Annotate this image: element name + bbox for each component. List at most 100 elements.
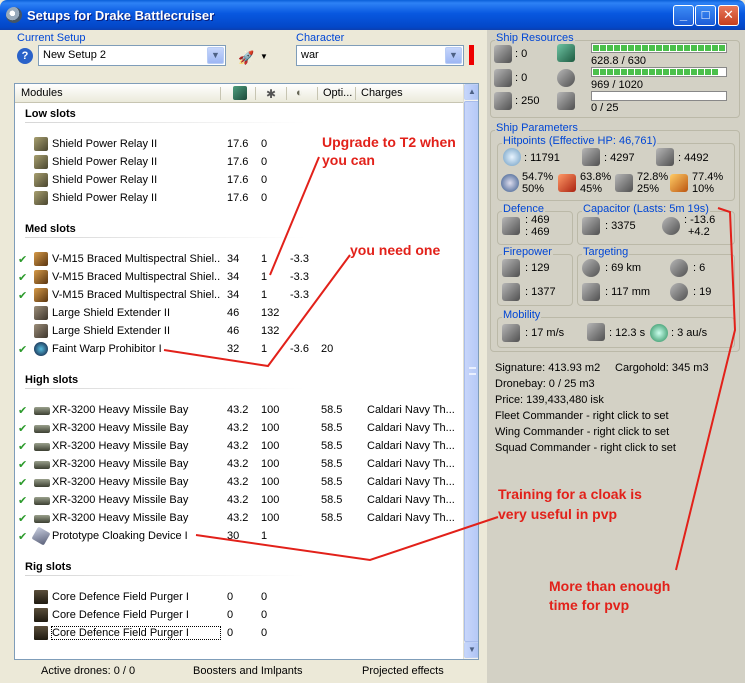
module-row[interactable]: Large Shield Extender II 46 132	[15, 305, 463, 323]
missile-launcher-icon	[34, 443, 50, 451]
rig-icon	[34, 590, 48, 604]
shield-hardener-icon	[34, 252, 48, 266]
dropdown-arrow-icon[interactable]: ▼	[260, 52, 268, 61]
chevron-down-icon[interactable]: ▼	[207, 47, 224, 64]
module-row[interactable]: ✔ Prototype Cloaking Device I 30 1	[15, 526, 463, 546]
cargohold-value: Cargohold: 345 m3	[615, 362, 709, 374]
squad-commander[interactable]: Squad Commander - right click to set	[495, 442, 676, 454]
active-drones-tab[interactable]: Active drones: 0 / 0	[41, 665, 135, 677]
projected-effects-tab[interactable]: Projected effects	[362, 665, 444, 677]
em-resist-icon	[501, 174, 519, 192]
active-check-icon[interactable]: ✔	[18, 440, 27, 453]
module-row[interactable]: ✔ V-M15 Braced Multispectral Shiel... 34 1-…	[15, 269, 463, 287]
kinetic-resist-icon	[615, 174, 633, 192]
module-row[interactable]: Shield Power Relay II 17.6 0	[15, 172, 463, 190]
character-status-indicator	[469, 45, 474, 65]
scroll-up-button[interactable]: ▲	[464, 84, 478, 100]
module-row[interactable]: ✔ XR-3200 Heavy Missile Bay 43.2 100 58.5 Cal…	[15, 438, 463, 456]
active-check-icon[interactable]: ✔	[18, 512, 27, 525]
col-optimal[interactable]: Opti...	[323, 87, 352, 99]
turret-slots-value: : 0	[515, 48, 528, 60]
maximize-button[interactable]: □	[695, 5, 716, 26]
status-bar: Active drones: 0 / 0 Boosters and Imlpan…	[14, 660, 480, 680]
warp-speed-icon	[650, 324, 668, 342]
active-check-icon[interactable]: ✔	[18, 343, 27, 356]
speed-value: : 17 m/s	[525, 327, 565, 339]
module-row[interactable]: Large Shield Extender II 46 132	[15, 323, 463, 341]
boosters-implants-tab[interactable]: Boosters and Imlpants	[193, 665, 302, 677]
fleet-commander[interactable]: Fleet Commander - right click to set	[495, 410, 669, 422]
capacitor-column-icon[interactable]: ◐	[296, 87, 303, 99]
cpu-column-icon[interactable]	[233, 86, 247, 100]
defence-value-2: : 469	[525, 226, 550, 238]
shield-hp-value: : 11791	[524, 152, 560, 164]
module-row[interactable]: ✔ V-M15 Braced Multispectral Shiel... 34 1-…	[15, 287, 463, 305]
current-setup-label: Current Setup	[17, 32, 86, 44]
module-row[interactable]: ✔ XR-3200 Heavy Missile Bay 43.2 100 58.5 Cal…	[15, 456, 463, 474]
cpu-icon	[557, 44, 575, 62]
help-icon[interactable]: ?	[17, 48, 33, 64]
current-setup-value: New Setup 2	[43, 49, 106, 61]
module-row[interactable]: ✔ XR-3200 Heavy Missile Bay 43.2 100 58.5 Cal…	[15, 510, 463, 528]
armor-hp-icon	[582, 148, 600, 166]
module-row[interactable]: ✔ XR-3200 Heavy Missile Bay 43.2 100 58.5 Cal…	[15, 474, 463, 492]
col-modules[interactable]: Modules	[21, 87, 63, 99]
active-check-icon[interactable]: ✔	[18, 530, 27, 543]
scroll-down-button[interactable]: ▼	[464, 642, 478, 658]
active-check-icon[interactable]: ✔	[18, 458, 27, 471]
active-check-icon[interactable]: ✔	[18, 476, 27, 489]
targeting-range-value: : 69 km	[605, 262, 642, 274]
shield-hp-icon	[503, 148, 521, 166]
drone-bay-value: 0 / 25	[591, 102, 619, 114]
module-row[interactable]: Core Defence Field Purger I00	[15, 589, 463, 607]
chevron-down-icon[interactable]: ▼	[445, 47, 462, 64]
app-icon	[6, 7, 22, 23]
max-targets-value: : 6	[693, 262, 706, 274]
scroll-thumb[interactable]	[464, 101, 478, 642]
launcher-hardpoint-icon	[494, 69, 512, 87]
modules-scrollbar[interactable]: ▲ ▼	[463, 84, 478, 659]
armor-hp-value: : 4297	[604, 152, 635, 164]
explosive-resist-top: 77.4%	[692, 171, 724, 183]
modules-list[interactable]: Modules ✱ ◐ Opti... Charges Low slots Sh…	[14, 83, 479, 660]
drone-bandwidth-icon	[494, 92, 512, 110]
shield-hardener-icon	[34, 288, 48, 302]
sensor-strength-value: : 19	[693, 286, 712, 298]
character-select[interactable]: war ▼	[296, 45, 464, 66]
structure-hp-value: : 4492	[678, 152, 709, 164]
powergrid-column-icon[interactable]: ✱	[266, 87, 276, 101]
explosive-resist-icon	[670, 174, 688, 192]
minimize-button[interactable]: _	[673, 5, 694, 26]
col-charges[interactable]: Charges	[361, 87, 403, 99]
active-check-icon[interactable]: ✔	[18, 253, 27, 266]
module-row[interactable]: ✔ XR-3200 Heavy Missile Bay 43.2 100 58.5 Cal…	[15, 492, 463, 510]
module-row[interactable]: Shield Power Relay II 17.6 0	[15, 190, 463, 208]
shield-power-relay-icon	[34, 137, 48, 151]
title-bar[interactable]: Setups for Drake Battlecruiser _ □ ✕	[0, 0, 745, 30]
module-row[interactable]: Core Defence Field Purger I00	[15, 625, 463, 643]
drone-bandwidth-value: : 250	[515, 95, 540, 107]
explosive-resist-bottom: 10%	[692, 183, 715, 195]
ship-parameters-label: Ship Parameters	[495, 122, 579, 134]
module-row[interactable]: ✔ XR-3200 Heavy Missile Bay 43.2 100 58.5 Cal…	[15, 402, 463, 420]
wing-commander[interactable]: Wing Commander - right click to set	[495, 426, 669, 438]
mobility-label: Mobility	[502, 309, 542, 321]
active-check-icon[interactable]: ✔	[18, 494, 27, 507]
active-check-icon[interactable]: ✔	[18, 422, 27, 435]
ship-tool-icon[interactable]: 🚀	[238, 50, 254, 66]
active-check-icon[interactable]: ✔	[18, 404, 27, 417]
active-check-icon[interactable]: ✔	[18, 271, 27, 284]
module-row[interactable]: ✔ Faint Warp Prohibitor I 32 1 -3.6 20	[15, 341, 463, 359]
current-setup-select[interactable]: New Setup 2 ▼	[38, 45, 226, 66]
firepower-icon	[502, 259, 520, 277]
signature-value: Signature: 413.93 m2	[495, 362, 601, 374]
active-check-icon[interactable]: ✔	[18, 289, 27, 302]
missile-launcher-icon	[34, 425, 50, 433]
module-row[interactable]: ✔ XR-3200 Heavy Missile Bay 43.2 100 58.5 Cal…	[15, 420, 463, 438]
module-row[interactable]: Shield Power Relay II 17.6 0	[15, 154, 463, 172]
kinetic-resist-bottom: 25%	[637, 183, 660, 195]
module-row[interactable]: Core Defence Field Purger I00	[15, 607, 463, 625]
close-button[interactable]: ✕	[718, 5, 739, 26]
warp-prohibitor-icon	[34, 342, 48, 356]
capacitor-icon	[582, 217, 600, 235]
